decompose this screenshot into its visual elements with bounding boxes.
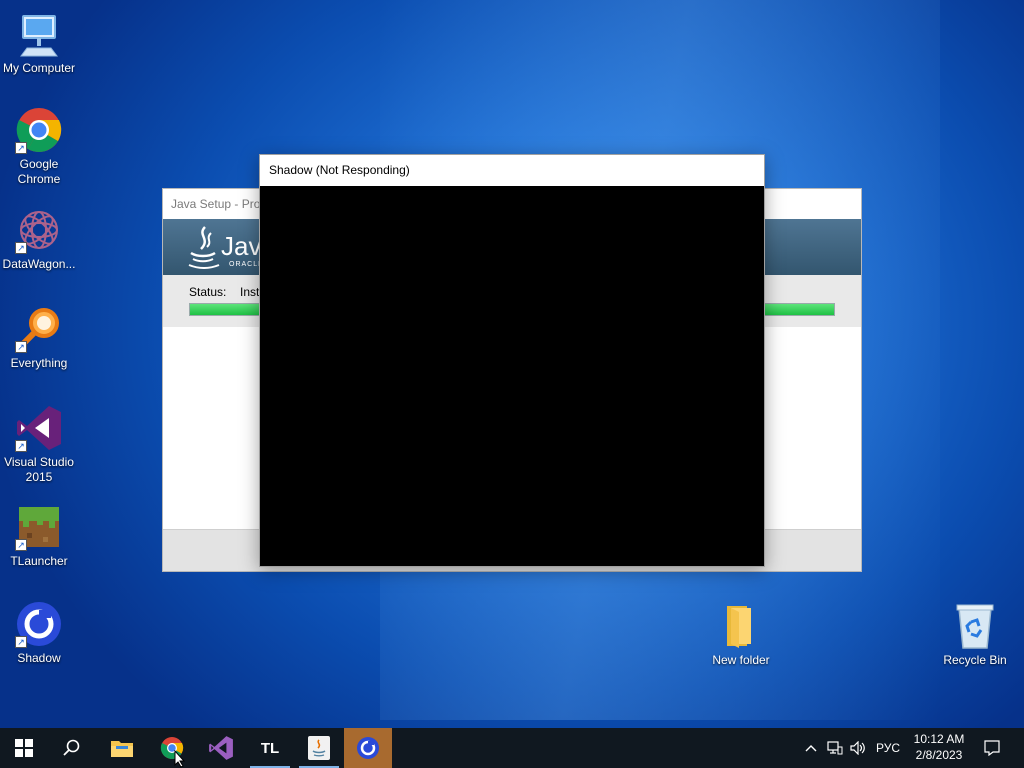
magnifier-icon: ↗ [15, 305, 63, 353]
shadow-app-icon: ↗ [15, 600, 63, 648]
chevron-up-icon [805, 745, 817, 752]
taskbar-java-setup[interactable] [295, 728, 343, 768]
action-center-button[interactable] [978, 728, 1006, 768]
chrome-icon: ↗ [15, 106, 63, 154]
shortcut-arrow-icon: ↗ [15, 636, 27, 648]
visual-studio-icon [209, 736, 233, 760]
recycle-bin-icon [951, 602, 999, 650]
shortcut-arrow-icon: ↗ [15, 440, 27, 452]
taskbar-tlauncher[interactable]: TL [246, 728, 294, 768]
volume-button[interactable] [848, 728, 868, 768]
desktop-icon-label: DataWagon... [2, 257, 76, 271]
desktop-icon-google-chrome[interactable]: ↗ Google Chrome [0, 106, 78, 187]
grass-block-icon: ↗ [15, 503, 63, 551]
search-icon [63, 739, 80, 756]
shortcut-arrow-icon: ↗ [15, 242, 27, 254]
desktop-icon-label: New folder [712, 653, 770, 667]
visual-studio-icon: ↗ [15, 404, 63, 452]
mouse-cursor-icon [174, 750, 186, 768]
network-button[interactable] [824, 728, 846, 768]
desktop-icon-label: TLauncher [10, 554, 68, 568]
clock-date: 2/8/2023 [915, 748, 963, 762]
notification-icon [984, 740, 1000, 756]
network-icon [827, 741, 843, 755]
java-logo-icon [188, 226, 220, 269]
start-button[interactable] [0, 728, 48, 768]
tl-icon: TL [260, 739, 280, 757]
desktop-icon-label: My Computer [2, 61, 76, 75]
shortcut-arrow-icon: ↗ [15, 341, 27, 353]
search-button[interactable] [48, 728, 96, 768]
desktop-icon-new-folder[interactable]: New folder [702, 602, 780, 668]
show-hidden-icons-button[interactable] [800, 728, 822, 768]
desktop-icon-shadow[interactable]: ↗ Shadow [0, 600, 78, 666]
shadow-app-icon [357, 737, 379, 759]
desktop-icon-label: Recycle Bin [943, 653, 1007, 667]
java-installer-icon [308, 736, 330, 760]
datawagon-icon: ↗ [15, 206, 63, 254]
computer-icon [15, 10, 63, 58]
folder-icon [111, 741, 133, 757]
desktop-icon-visual-studio[interactable]: ↗ Visual Studio 2015 [0, 404, 78, 485]
desktop-icon-recycle-bin[interactable]: Recycle Bin [936, 602, 1014, 668]
status-value: Inst [240, 285, 260, 299]
shadow-window[interactable]: Shadow (Not Responding) [259, 154, 765, 567]
status-label: Status: [189, 285, 227, 299]
desktop-icon-label: Google Chrome [17, 157, 61, 186]
desktop-icon-datawagon[interactable]: ↗ DataWagon... [0, 206, 78, 272]
taskbar-file-explorer[interactable] [98, 728, 146, 768]
clock-time: 10:12 AM [913, 732, 965, 746]
folder-icon [717, 602, 765, 650]
desktop-icon-my-computer[interactable]: My Computer [0, 10, 78, 76]
shortcut-arrow-icon: ↗ [15, 539, 27, 551]
desktop-icon-tlauncher[interactable]: ↗ TLauncher [0, 503, 78, 569]
shadow-window-content[interactable] [260, 186, 764, 566]
taskbar: TL РУС 10:12 AM 2/8/2023 [0, 728, 1024, 768]
shortcut-arrow-icon: ↗ [15, 142, 27, 154]
shadow-window-title: Shadow (Not Responding) [269, 163, 410, 177]
input-language-indicator[interactable]: РУС [872, 728, 904, 768]
desktop-icon-label: Visual Studio 2015 [4, 455, 74, 484]
taskbar-chrome[interactable] [148, 728, 196, 768]
desktop-icon-everything[interactable]: ↗ Everything [0, 305, 78, 371]
clock[interactable]: 10:12 AM 2/8/2023 [908, 731, 970, 763]
desktop-icon-label: Shadow [17, 651, 61, 665]
taskbar-shadow[interactable] [344, 728, 392, 768]
desktop-icon-label: Everything [10, 356, 68, 370]
windows-logo-icon [15, 739, 33, 757]
speaker-icon [850, 741, 865, 755]
taskbar-visual-studio[interactable] [197, 728, 245, 768]
